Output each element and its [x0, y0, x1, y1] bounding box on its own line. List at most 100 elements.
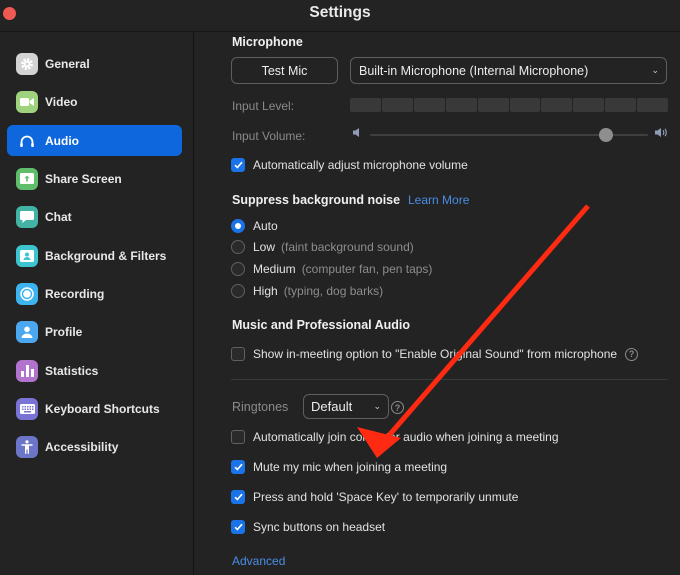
checkmark-icon — [233, 493, 243, 501]
input-level-meter — [350, 98, 669, 112]
help-icon[interactable]: ? — [625, 347, 639, 361]
ringtones-select[interactable]: Default ⌄ — [303, 394, 389, 419]
original-sound-option[interactable]: Show in-meeting option to "Enable Origin… — [231, 347, 639, 361]
noise-radio[interactable] — [231, 219, 245, 233]
sidebar-item-label: Accessibility — [45, 439, 119, 454]
microphone-device-select[interactable]: Built-in Microphone (Internal Microphone… — [350, 57, 667, 84]
ringtones-help-icon[interactable]: ? — [391, 401, 404, 414]
noise-option-hint: (computer fan, pen taps) — [301, 262, 433, 276]
sidebar-item-label: General — [45, 56, 90, 71]
audio-settings-panel: Microphone Test Mic Built-in Microphone … — [195, 32, 680, 575]
ringtones-label: Ringtones — [232, 400, 289, 414]
sidebar-item-background-filters[interactable]: Background & Filters — [7, 240, 182, 271]
ringtones-value: Default — [311, 399, 353, 414]
input-level-label: Input Level: — [232, 99, 295, 113]
music-section-title: Music and Professional Audio — [232, 318, 411, 332]
sidebar-item-label: Recording — [45, 286, 105, 301]
section-divider — [231, 379, 668, 380]
sidebar-item-recording[interactable]: Recording — [7, 278, 182, 309]
chat-bubble-icon — [16, 205, 38, 228]
learn-more-link[interactable]: Learn More — [408, 193, 469, 207]
mute-on-join-option[interactable]: Mute my mic when joining a meeting — [231, 460, 447, 474]
level-segment — [413, 98, 445, 112]
auto-adjust-volume-label: Automatically adjust microphone volume — [253, 158, 468, 172]
sidebar-item-chat[interactable]: Chat — [7, 201, 182, 232]
option-checkbox[interactable] — [231, 490, 245, 504]
noise-option-hint: (faint background sound) — [281, 240, 414, 254]
option-checkbox[interactable] — [231, 460, 245, 474]
sidebar-item-statistics[interactable]: Statistics — [7, 355, 182, 386]
noise-radio[interactable] — [231, 284, 245, 298]
noise-option-label: Medium — [253, 262, 296, 276]
sidebar-item-general[interactable]: General — [7, 48, 182, 79]
video-camera-icon — [16, 90, 38, 113]
headphones-icon — [16, 130, 38, 152]
keyboard-icon — [16, 397, 38, 420]
sidebar-item-label: Statistics — [45, 363, 99, 378]
accessibility-icon — [16, 435, 38, 458]
option-checkbox[interactable] — [231, 520, 245, 534]
original-sound-label: Show in-meeting option to "Enable Origin… — [253, 347, 618, 361]
original-sound-checkbox[interactable] — [231, 347, 245, 361]
sidebar-item-accessibility[interactable]: Accessibility — [7, 431, 182, 462]
sidebar-item-keyboard-shortcuts[interactable]: Keyboard Shortcuts — [7, 393, 182, 424]
noise-option-low[interactable]: Low (faint background sound) — [231, 240, 414, 254]
checkmark-icon — [233, 463, 243, 471]
input-volume-slider[interactable] — [370, 128, 648, 142]
sidebar-item-label: Share Screen — [45, 171, 122, 186]
window-title: Settings — [309, 4, 371, 21]
noise-option-high[interactable]: High (typing, dog barks) — [231, 284, 383, 298]
noise-section-title: Suppress background noise — [232, 193, 401, 207]
advanced-link[interactable]: Advanced — [232, 554, 285, 568]
level-segment — [381, 98, 413, 112]
noise-option-auto[interactable]: Auto — [231, 219, 278, 233]
bar-chart-icon — [16, 359, 38, 382]
sidebar-item-share-screen[interactable]: Share Screen — [7, 163, 182, 194]
gear-icon — [16, 52, 38, 75]
sidebar-item-profile[interactable]: Profile — [7, 316, 182, 347]
option-label: Sync buttons on headset — [253, 520, 386, 534]
checkmark-icon — [233, 161, 243, 169]
noise-option-label: High — [253, 284, 278, 298]
sidebar-item-label: Profile — [45, 324, 83, 339]
noise-option-medium[interactable]: Medium (computer fan, pen taps) — [231, 262, 432, 276]
chevron-down-icon: ⌄ — [373, 400, 381, 411]
option-label: Press and hold 'Space Key' to temporaril… — [253, 490, 519, 504]
sidebar-item-label: Background & Filters — [45, 248, 167, 263]
level-segment — [350, 98, 381, 112]
sidebar-item-label: Audio — [45, 133, 79, 148]
option-label: Mute my mic when joining a meeting — [253, 460, 448, 474]
noise-radio[interactable] — [231, 240, 245, 254]
auto-adjust-volume-checkbox[interactable] — [231, 158, 245, 172]
level-segment — [541, 98, 573, 112]
option-label: Automatically join computer audio when j… — [253, 430, 559, 444]
level-segment — [573, 98, 605, 112]
input-volume-slider-thumb[interactable] — [599, 128, 614, 142]
space-to-unmute-option[interactable]: Press and hold 'Space Key' to temporaril… — [231, 490, 518, 504]
person-frame-icon — [16, 244, 38, 267]
sidebar-item-video[interactable]: Video — [7, 86, 182, 117]
level-segment — [637, 98, 669, 112]
noise-option-hint: (typing, dog barks) — [283, 284, 384, 298]
test-mic-label: Test Mic — [261, 63, 308, 78]
sidebar-item-audio[interactable]: Audio — [7, 125, 182, 156]
sidebar-item-label: Chat — [45, 209, 72, 224]
record-icon — [16, 282, 38, 305]
sidebar-item-label: Video — [45, 94, 78, 109]
noise-radio[interactable] — [231, 262, 245, 276]
checkmark-icon — [233, 523, 243, 531]
auto-adjust-volume-option[interactable]: Automatically adjust microphone volume — [231, 158, 468, 172]
option-checkbox[interactable] — [231, 430, 245, 444]
sync-headset-buttons-option[interactable]: Sync buttons on headset — [231, 520, 385, 534]
level-segment — [477, 98, 509, 112]
test-mic-button[interactable]: Test Mic — [231, 57, 338, 84]
level-segment — [509, 98, 541, 112]
microphone-device-value: Built-in Microphone (Internal Microphone… — [359, 63, 589, 78]
title-bar: Settings — [0, 0, 680, 32]
level-segment — [445, 98, 477, 112]
sidebar: General Video Audio Share Screen Chat Backgro… — [0, 32, 194, 575]
sidebar-item-label: Keyboard Shortcuts — [45, 401, 160, 416]
speaker-low-icon — [352, 127, 361, 141]
auto-join-audio-option[interactable]: Automatically join computer audio when j… — [231, 430, 559, 444]
person-icon — [16, 320, 38, 343]
